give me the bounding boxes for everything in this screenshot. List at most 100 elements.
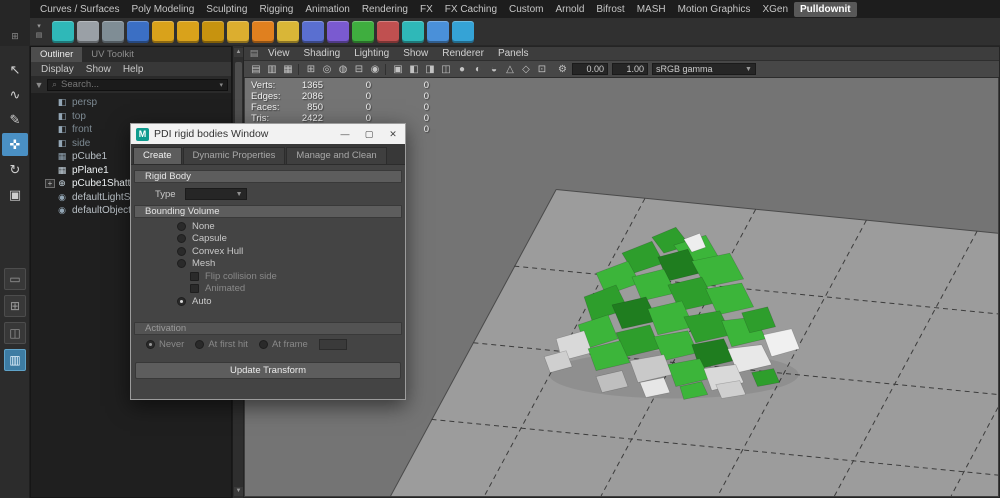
viewport-toolbar-icon[interactable]: ◍ [335, 64, 351, 75]
panel-tab[interactable]: UV Toolkit [82, 47, 143, 62]
bounding-volume-option[interactable]: Capsule [133, 233, 403, 246]
expand-toggle[interactable] [45, 206, 55, 215]
option-control[interactable] [259, 340, 268, 349]
viewport-toolbar-icon[interactable]: ◧ [406, 64, 422, 75]
viewport-toolbar-icon[interactable]: ◫ [438, 64, 454, 75]
shelf-icon[interactable] [327, 21, 349, 43]
dialog-titlebar[interactable]: M PDI rigid bodies Window — ▢ ✕ [131, 124, 405, 144]
expand-toggle[interactable] [45, 112, 55, 121]
layout-button[interactable]: ▭ [4, 268, 26, 290]
shelf-icon[interactable] [52, 21, 74, 43]
activation-section-header[interactable]: Activation [134, 322, 402, 335]
option-control[interactable] [146, 340, 155, 349]
dialog-tab[interactable]: Create [133, 147, 182, 164]
shelf-tab-switcher[interactable]: ▾ ▤ [32, 23, 46, 40]
tool-button[interactable]: ✜ [2, 133, 28, 156]
option-control[interactable] [177, 259, 186, 268]
viewport-toolbar-icon[interactable] [298, 64, 301, 75]
viewport-menu-item[interactable]: View [261, 48, 297, 59]
minimize-button[interactable]: — [333, 124, 357, 144]
menu-item[interactable]: Pulldownit [794, 2, 857, 17]
panel-menu-icon[interactable]: ▤ [247, 48, 261, 59]
option-control[interactable] [195, 340, 204, 349]
layout-button[interactable]: ▥ [4, 349, 26, 371]
viewport-menu-item[interactable]: Shading [297, 48, 348, 59]
outliner-menu-item[interactable]: Show [80, 64, 117, 75]
shelf-icon[interactable] [302, 21, 324, 43]
shelf-icon[interactable] [252, 21, 274, 43]
shelf-icon[interactable] [102, 21, 124, 43]
exposure-field[interactable]: 0.00 [572, 63, 608, 75]
option-control[interactable] [177, 234, 186, 243]
tool-button[interactable]: ✎ [2, 108, 28, 131]
scroll-up-icon[interactable]: ▲ [234, 48, 243, 57]
update-transform-button[interactable]: Update Transform [135, 362, 401, 379]
menu-item[interactable]: Curves / Surfaces [34, 2, 125, 17]
activation-option[interactable]: At first hit [195, 338, 248, 351]
gamma-field[interactable]: 1.00 [612, 63, 648, 75]
bounding-volume-option[interactable]: Animated [133, 283, 403, 296]
viewport-toolbar-icon[interactable]: ▦ [280, 64, 296, 75]
viewport-toolbar-icon[interactable]: ◎ [319, 64, 335, 75]
viewport-toolbar-icon[interactable]: △ [502, 64, 518, 75]
panel-tab[interactable]: Outliner [31, 47, 82, 62]
viewport-toolbar-icon[interactable]: ◐ [470, 64, 486, 75]
bounding-volume-option[interactable]: Convex Hull [133, 245, 403, 258]
search-input[interactable]: ⌕ Search... ▾ [47, 79, 228, 91]
viewport-toolbar-icon[interactable]: ⊟ [351, 64, 367, 75]
dialog-tab[interactable]: Dynamic Properties [183, 147, 286, 164]
viewport-toolbar-icon[interactable]: ◉ [367, 64, 383, 75]
menu-item[interactable]: XGen [756, 2, 794, 17]
expand-toggle[interactable] [45, 193, 55, 202]
shelf-icon[interactable] [452, 21, 474, 43]
viewport-toolbar-icon[interactable] [385, 64, 388, 75]
shelf-icon[interactable] [377, 21, 399, 43]
shelf-icon[interactable] [402, 21, 424, 43]
shelf-icon[interactable] [427, 21, 449, 43]
activation-option[interactable]: Never [146, 338, 184, 351]
scroll-down-icon[interactable]: ▼ [234, 487, 243, 496]
outliner-item[interactable]: ◧ top [31, 110, 231, 124]
viewport-toolbar-icon[interactable]: ◒ [486, 64, 502, 75]
colorspace-dropdown[interactable]: sRGB gamma ▼ [652, 63, 756, 75]
viewport-toolbar-icon[interactable]: ▣ [390, 64, 406, 75]
maximize-button[interactable]: ▢ [357, 124, 381, 144]
option-control[interactable] [177, 247, 186, 256]
viewport-toolbar-icon[interactable]: ⊞ [303, 64, 319, 75]
menu-item[interactable]: Animation [299, 2, 355, 17]
bounding-volume-option[interactable]: Auto [133, 295, 403, 308]
shelf-icon[interactable] [202, 21, 224, 43]
bounding-volume-option[interactable]: Mesh [133, 258, 403, 271]
menu-item[interactable]: MASH [631, 2, 672, 17]
viewport-menu-item[interactable]: Show [396, 48, 435, 59]
shelf-icon[interactable] [352, 21, 374, 43]
viewport-toolbar-icon[interactable]: ▤ [248, 64, 264, 75]
menu-item[interactable]: Poly Modeling [125, 2, 200, 17]
viewport-toolbar-icon[interactable]: ▥ [264, 64, 280, 75]
viewport-toolbar-icon[interactable]: ⊡ [534, 64, 550, 75]
menu-item[interactable]: Motion Graphics [672, 2, 757, 17]
expand-toggle[interactable] [45, 166, 55, 175]
layout-button[interactable]: ⊞ [4, 295, 26, 317]
shelf-icon[interactable] [177, 21, 199, 43]
layout-button[interactable]: ◫ [4, 322, 26, 344]
menu-item[interactable]: Rendering [356, 2, 414, 17]
tool-button[interactable]: ∿ [2, 83, 28, 106]
bounding-volume-option[interactable]: None [133, 220, 403, 233]
viewport-menu-item[interactable]: Lighting [347, 48, 396, 59]
tool-button[interactable]: ▣ [2, 183, 28, 206]
outliner-item[interactable]: ◧ persp [31, 96, 231, 110]
expand-toggle[interactable] [45, 139, 55, 148]
viewport-toolbar-icon[interactable]: ◨ [422, 64, 438, 75]
shelf-icon[interactable] [127, 21, 149, 43]
tool-button[interactable]: ↖ [2, 58, 28, 81]
menu-item[interactable]: Sculpting [200, 2, 253, 17]
viewport-toolbar-icon[interactable]: ● [454, 64, 470, 75]
option-control[interactable] [190, 272, 199, 281]
gear-icon[interactable]: ⚙ [558, 64, 567, 75]
menu-item[interactable]: Rigging [253, 2, 299, 17]
viewport-menu-item[interactable]: Panels [491, 48, 536, 59]
filter-icon[interactable]: ▼ [34, 80, 44, 90]
shelf-icon[interactable] [152, 21, 174, 43]
shelf-icon[interactable] [77, 21, 99, 43]
